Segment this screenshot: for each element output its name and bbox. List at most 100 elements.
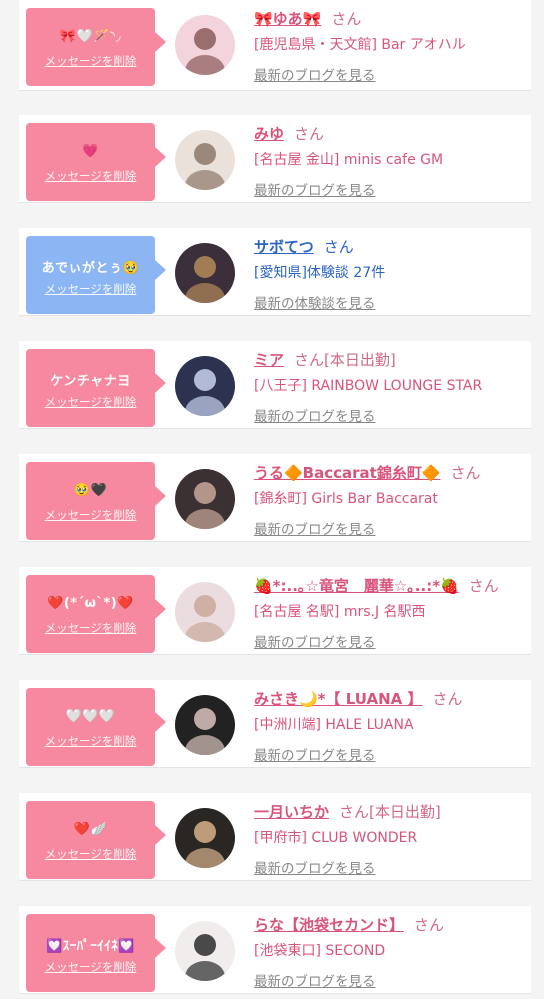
honorific: さん [339, 803, 370, 821]
message-bubble: 💗 メッセージを削除 [26, 123, 166, 201]
avatar-photo-icon [175, 243, 235, 303]
shop-info: [池袋東口] SECOND [254, 943, 386, 959]
message-card: 💗 メッセージを削除 みゆ さん [名古屋 金山] minis cafe GM 最新のブロ… [19, 115, 531, 203]
profile-name-link[interactable]: 一月いちか [254, 803, 329, 821]
shop-info: [中洲川端] HALE LUANA [254, 717, 414, 733]
latest-blog-link[interactable]: 最新のブログを見る [254, 518, 376, 538]
latest-blog-link[interactable]: 最新のブログを見る [254, 405, 376, 425]
name-line: サボてつ さん [254, 236, 354, 258]
message-card: ❤️(*´ω`*)❤️ メッセージを削除 🍓*:..｡☆竜宮 麗華☆｡..:*🍓 さん… [19, 567, 531, 655]
message-text: 🤍🤍🤍 [65, 709, 116, 724]
message-text: 💗 [82, 144, 99, 159]
profile-name-link[interactable]: サボてつ [254, 238, 314, 256]
avatar-photo-icon [175, 130, 235, 190]
name-line: 一月いちか さん[本日出勤] [254, 801, 441, 823]
latest-blog-link[interactable]: 最新の体験談を見る [254, 292, 376, 312]
message-text: あでぃがとぅ🥹 [41, 261, 140, 276]
message-card: ❤️🪽 メッセージを削除 一月いちか さん[本日出勤] [甲府市] CLUB WONDE… [19, 793, 531, 881]
latest-blog-link[interactable]: 最新のブログを見る [254, 970, 376, 990]
avatar-photo-icon [175, 356, 235, 416]
message-card: あでぃがとぅ🥹 メッセージを削除 サボてつ さん [愛知県]体験談 27件最新の体験談を… [19, 228, 531, 316]
profile-name-link[interactable]: らな【池袋セカンド】 [254, 916, 404, 934]
profile-name-link[interactable]: ミア [254, 351, 284, 369]
honorific: さん [331, 10, 362, 28]
message-text: ❤️🪽 [73, 822, 108, 837]
avatar[interactable] [175, 582, 235, 642]
shop-info: [甲府市] CLUB WONDER [254, 830, 418, 846]
avatar[interactable] [175, 469, 235, 529]
avatar[interactable] [175, 130, 235, 190]
profile-name-link[interactable]: うる🔶Baccarat錦糸町🔶 [254, 464, 441, 482]
name-line: みゆ さん [254, 123, 324, 145]
avatar-photo-icon [175, 582, 235, 642]
message-bubble: 🥹🖤 メッセージを削除 [26, 462, 166, 540]
name-line: みさき🌙*【 LUANA 】さん [254, 688, 463, 710]
delete-message-link[interactable]: メッセージを削除 [26, 846, 155, 862]
message-bubble: ❤️(*´ω`*)❤️ メッセージを削除 [26, 575, 166, 653]
name-line: らな【池袋セカンド】 さん [254, 914, 444, 936]
shop-info: [八王子] RAINBOW LOUNGE STAR [254, 378, 483, 394]
profile-name-link[interactable]: みさき🌙*【 LUANA 】 [254, 690, 422, 708]
message-card: 💟ｽｰﾊﾟｰｲｲﾈ💟 メッセージを削除 らな【池袋セカンド】 さん [池袋東口] SEC… [19, 906, 531, 994]
message-card: 🎀🤍🪄◝◞ メッセージを削除 🎀ゆあ🎀 さん [鹿児島県・天文館] Bar アオハル最新… [19, 0, 531, 91]
message-card: 🤍🤍🤍 メッセージを削除 みさき🌙*【 LUANA 】さん [中洲川端] HALE L… [19, 680, 531, 768]
avatar-photo-icon [175, 808, 235, 868]
message-text: ケンチャナヨ [50, 374, 131, 389]
latest-blog-link[interactable]: 最新のブログを見る [254, 744, 376, 764]
message-text: ❤️(*´ω`*)❤️ [47, 596, 134, 611]
honorific: さん [323, 238, 354, 256]
honorific: さん [432, 690, 463, 708]
avatar[interactable] [175, 695, 235, 755]
profile-name-link[interactable]: 🎀ゆあ🎀 [254, 10, 321, 28]
shop-info: [鹿児島県・天文館] Bar アオハル [254, 37, 466, 53]
avatar[interactable] [175, 921, 235, 981]
shop-info: [名古屋 金山] minis cafe GM [254, 152, 444, 168]
delete-message-link[interactable]: メッセージを削除 [26, 168, 155, 184]
honorific: さん [468, 577, 499, 595]
message-text: 🥹🖤 [73, 483, 108, 498]
latest-blog-link[interactable]: 最新のブログを見る [254, 64, 376, 84]
name-line: 🍓*:..｡☆竜宮 麗華☆｡..:*🍓 さん [254, 575, 499, 597]
message-text: 🎀🤍🪄◝◞ [59, 29, 122, 44]
latest-blog-link[interactable]: 最新のブログを見る [254, 857, 376, 877]
message-bubble: ケンチャナヨメッセージを削除 [26, 349, 166, 427]
name-line: うる🔶Baccarat錦糸町🔶 さん [254, 462, 481, 484]
shop-info: [名古屋 名駅] mrs.J 名駅西 [254, 604, 426, 620]
avatar-photo-icon [175, 921, 235, 981]
delete-message-link[interactable]: メッセージを削除 [26, 281, 155, 297]
honorific: さん [450, 464, 481, 482]
delete-message-link[interactable]: メッセージを削除 [26, 53, 155, 69]
message-bubble: ❤️🪽 メッセージを削除 [26, 801, 166, 879]
shop-info: [錦糸町] Girls Bar Baccarat [254, 491, 438, 507]
message-bubble: あでぃがとぅ🥹 メッセージを削除 [26, 236, 166, 314]
avatar-photo-icon [175, 15, 235, 75]
honorific: さん [294, 125, 325, 143]
message-card: ケンチャナヨメッセージを削除 ミア さん[本日出勤] [八王子] RAINBOW LO… [19, 341, 531, 429]
avatar-photo-icon [175, 469, 235, 529]
message-text: 💟ｽｰﾊﾟｰｲｲﾈ💟 [46, 939, 135, 954]
delete-message-link[interactable]: メッセージを削除 [26, 959, 155, 975]
delete-message-link[interactable]: メッセージを削除 [26, 394, 155, 410]
name-line: 🎀ゆあ🎀 さん [254, 8, 361, 30]
delete-message-link[interactable]: メッセージを削除 [26, 620, 155, 636]
avatar[interactable] [175, 356, 235, 416]
name-line: ミア さん[本日出勤] [254, 349, 396, 371]
profile-name-link[interactable]: 🍓*:..｡☆竜宮 麗華☆｡..:*🍓 [254, 577, 459, 595]
avatar-photo-icon [175, 695, 235, 755]
avatar[interactable] [175, 15, 235, 75]
message-bubble: 💟ｽｰﾊﾟｰｲｲﾈ💟 メッセージを削除 [26, 914, 166, 992]
latest-blog-link[interactable]: 最新のブログを見る [254, 631, 376, 651]
shop-info: [愛知県]体験談 27件 [254, 265, 386, 281]
message-bubble: 🎀🤍🪄◝◞ メッセージを削除 [26, 8, 166, 86]
honorific: さん [294, 351, 325, 369]
message-card: 🥹🖤 メッセージを削除 うる🔶Baccarat錦糸町🔶 さん [錦糸町] Girls B… [19, 454, 531, 542]
latest-blog-link[interactable]: 最新のブログを見る [254, 179, 376, 199]
honorific: さん [414, 916, 445, 934]
status-badge: [本日出勤] [369, 803, 441, 821]
avatar[interactable] [175, 243, 235, 303]
delete-message-link[interactable]: メッセージを削除 [26, 507, 155, 523]
profile-name-link[interactable]: みゆ [254, 125, 284, 143]
delete-message-link[interactable]: メッセージを削除 [26, 733, 155, 749]
avatar[interactable] [175, 808, 235, 868]
status-badge: [本日出勤] [324, 351, 396, 369]
